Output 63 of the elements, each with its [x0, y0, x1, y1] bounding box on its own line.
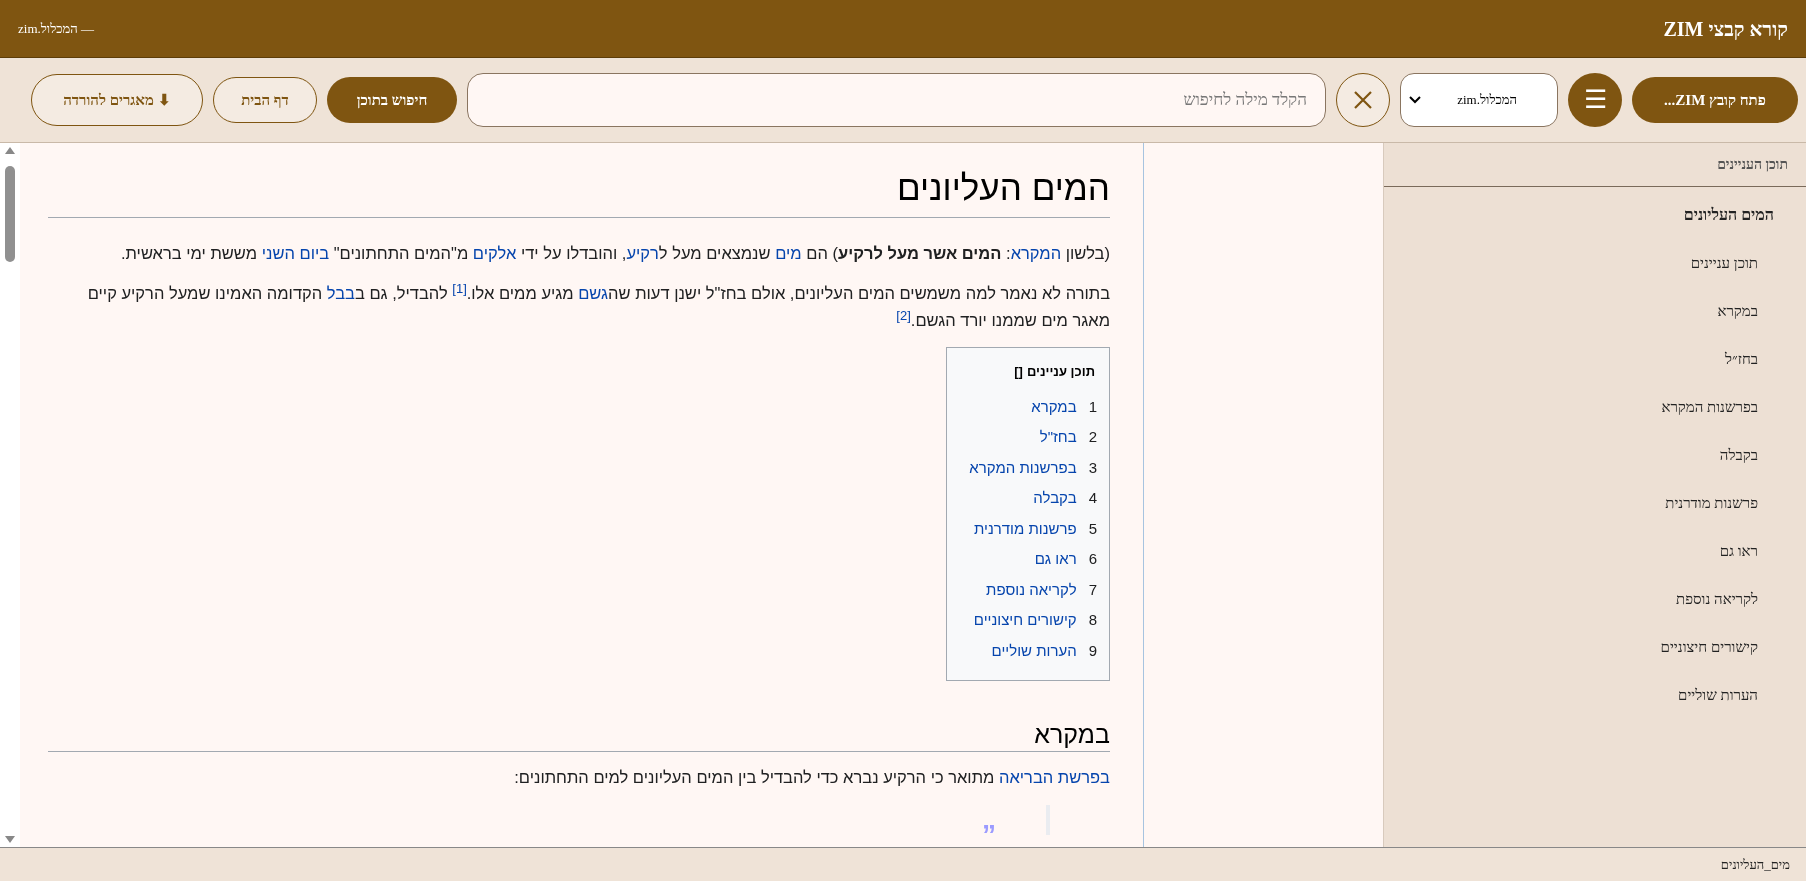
toc-number: 5 [1088, 518, 1097, 539]
toc-link[interactable]: פרשנות מודרנית [973, 517, 1077, 540]
toc-number: 7 [1088, 579, 1097, 600]
sidebar-item[interactable]: בקבלה [1384, 431, 1806, 479]
sidebar-title: תוכן העניינים [1384, 143, 1806, 187]
sidebar-item[interactable]: בחז״ל [1384, 335, 1806, 383]
sidebar-item[interactable]: לקריאה נוספת [1384, 575, 1806, 623]
toc-title: תוכן עניינים [1026, 363, 1095, 381]
search-content-button[interactable]: חיפוש בתוכן [327, 77, 457, 123]
open-file-button[interactable]: פתח קובץ ZIM... [1632, 77, 1798, 123]
clear-button[interactable] [1336, 73, 1390, 127]
toc-link[interactable]: ראו גם [1034, 548, 1077, 571]
link[interactable]: ביום השני [261, 244, 330, 262]
close-icon [1353, 90, 1373, 110]
file-select[interactable]: המכלול.zim [1400, 73, 1558, 127]
toc-number: 9 [1088, 640, 1097, 661]
toc-link[interactable]: הערות שוליים [991, 639, 1077, 662]
sidebar-item[interactable]: ראו גם [1384, 527, 1806, 575]
toc-number: 6 [1088, 549, 1097, 569]
sidebar-item[interactable]: פרשנות מודרנית [1384, 479, 1806, 527]
toc-link[interactable]: בחז"ל [1039, 426, 1077, 449]
toc-number: 3 [1088, 457, 1097, 478]
toc-link[interactable]: במקרא [1031, 395, 1077, 418]
link[interactable]: אלקים [472, 244, 517, 262]
home-button[interactable]: דף הבית [213, 77, 317, 123]
toc-link[interactable]: לקריאה נוספת [986, 578, 1077, 601]
toc-number: 8 [1088, 610, 1097, 630]
link[interactable]: בפרשת הבריאה [998, 768, 1110, 786]
file-title: — המכלול.zim [18, 19, 95, 38]
toc-number: 2 [1088, 427, 1097, 447]
link[interactable]: המקרא [1010, 244, 1062, 262]
footnote-link[interactable]: [2] [896, 307, 911, 323]
section-heading: במקרא [48, 717, 1110, 752]
quote-mark: ” [982, 818, 996, 847]
sidebar-item[interactable]: בפרשנות המקרא [1384, 383, 1806, 431]
scrollbar-thumb[interactable] [5, 166, 15, 262]
scroll-down-icon[interactable] [5, 836, 15, 843]
toc-number: 4 [1088, 488, 1097, 508]
scroll-up-icon[interactable] [5, 147, 15, 154]
sidebar-item[interactable]: הערות שוליים [1384, 671, 1806, 719]
paragraph: בפרשת הבריאה מתואר כי הרקיע נברא כדי להבדיל בין המים העליונים למים התחתונים: [513, 767, 1110, 788]
link[interactable]: מים [775, 244, 802, 262]
sidebar-item[interactable]: קישורים חיצוניים [1384, 623, 1806, 671]
link[interactable]: גשם [578, 284, 609, 302]
toc-link[interactable]: בקבלה [1033, 487, 1077, 510]
footnote-link[interactable]: [1] [452, 280, 467, 296]
menu-button[interactable]: ☰ [1568, 73, 1622, 127]
article-title: המים העליונים [48, 163, 1110, 218]
toc-number: 1 [1088, 396, 1097, 417]
sidebar-item[interactable]: תוכן עניינים [1384, 239, 1806, 287]
toc-link[interactable]: בפרשנות המקרא [969, 456, 1077, 479]
link[interactable]: בבל [326, 284, 355, 302]
app-title: קורא קבצי ZIM [1663, 16, 1788, 42]
sidebar-item[interactable]: המים העליונים [1384, 191, 1806, 239]
toc-toggle[interactable]: [] [1014, 362, 1023, 382]
paragraph: (בלשון המקרא: המים אשר מעל לרקיע) הם מים שנמצאים מעל לרקיע, והובדלו על ידי אלקים מ"המים התחתונים" ביום השני מששת ימי בראשית. [119, 243, 1110, 264]
download-button[interactable]: ⬇ מאגרים להורדה [31, 74, 203, 126]
status-text: מים_העליונים [1720, 855, 1790, 874]
sidebar-item[interactable]: במקרא [1384, 287, 1806, 335]
link[interactable]: רקיע [626, 244, 659, 262]
search-field[interactable]: הקלד מילה לחיפוש [467, 73, 1326, 127]
toc-link[interactable]: קישורים חיצוניים [973, 609, 1077, 632]
chevron-down-icon [1409, 96, 1421, 104]
